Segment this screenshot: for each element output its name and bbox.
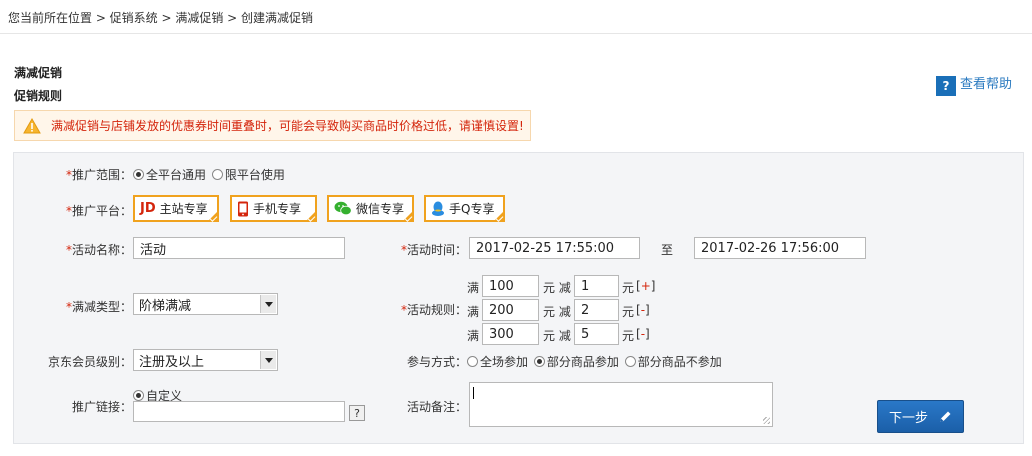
text-caret	[473, 387, 474, 399]
platform-qq[interactable]: 手Q专享	[424, 195, 505, 222]
platform-wechat[interactable]: 微信专享	[327, 195, 414, 222]
check-icon	[209, 214, 218, 222]
activity-name-input[interactable]: 活动	[133, 237, 345, 259]
chevron-down-icon	[260, 351, 276, 369]
warning-icon	[23, 117, 41, 133]
rule-discount-input[interactable]: 1	[574, 275, 619, 297]
add-rule-button[interactable]: [+]	[636, 279, 655, 293]
rule-man-label: 满	[467, 329, 480, 343]
end-time-input[interactable]: 2017-02-26 17:56:00	[694, 237, 866, 259]
rule-yuan-label: 元	[622, 281, 635, 295]
remove-rule-button[interactable]: [-]	[636, 327, 650, 341]
next-step-button[interactable]: 下一步	[877, 400, 964, 433]
participate-option-all[interactable]: 全场参加	[467, 355, 530, 369]
rule-man-label: 满	[467, 305, 480, 319]
radio-icon	[467, 356, 478, 367]
member-label: 京东会员级别：	[48, 355, 133, 369]
radio-icon	[211, 169, 223, 180]
rule-discount-input[interactable]: 2	[574, 299, 619, 321]
participate-option-exclude[interactable]: 部分商品不参加	[624, 355, 724, 369]
resize-grip-icon[interactable]	[763, 417, 770, 424]
help-icon: ?	[936, 76, 956, 96]
rule-threshold-input[interactable]: 100	[482, 275, 539, 297]
radio-icon	[133, 390, 144, 401]
chevron-down-icon	[260, 295, 276, 313]
scope-label: *推广范围：	[66, 168, 133, 182]
remark-label: 活动备注：	[407, 400, 468, 414]
promotion-link-input[interactable]	[133, 401, 345, 422]
rule-yuan-label: 元	[622, 329, 635, 343]
platform-jd-main[interactable]: JD 主站专享	[133, 195, 219, 222]
type-label: *满减类型：	[66, 300, 133, 314]
to-label: 至	[661, 243, 674, 257]
scope-option-limited[interactable]: 限平台使用	[211, 168, 287, 182]
rule-threshold-input[interactable]: 300	[482, 323, 539, 345]
remark-textarea[interactable]	[469, 382, 773, 427]
radio-icon	[133, 169, 144, 180]
radio-icon	[624, 356, 636, 367]
platform-label: *推广平台：	[66, 204, 133, 218]
pencil-icon	[940, 411, 951, 422]
participate-label: 参与方式：	[407, 355, 468, 369]
help-icon[interactable]: ?	[349, 405, 365, 421]
check-icon	[495, 214, 504, 222]
time-label: *活动时间：	[401, 243, 468, 257]
discount-type-select[interactable]: 阶梯满减	[133, 293, 278, 315]
scope-option-all[interactable]: 全平台通用	[133, 168, 208, 182]
warning-text: 满减促销与店铺发放的优惠券时间重叠时，可能会导致购买商品时价格过低，请谨慎设置!	[51, 119, 524, 133]
link-label: 推广链接：	[72, 400, 133, 414]
remove-rule-button[interactable]: [-]	[636, 303, 650, 317]
check-icon	[404, 214, 413, 222]
warning-banner: 满减促销与店铺发放的优惠券时间重叠时，可能会导致购买商品时价格过低，请谨慎设置!	[14, 110, 531, 141]
platform-mobile[interactable]: 手机专享	[230, 195, 317, 222]
help-link[interactable]: ? 查看帮助	[936, 76, 1012, 96]
radio-icon	[533, 356, 545, 367]
wechat-icon	[334, 201, 352, 216]
participate-options: 全场参加 部分商品参加 部分商品不参加	[467, 353, 724, 370]
divider	[0, 33, 1032, 34]
jd-logo-icon: JD	[140, 201, 156, 216]
start-time-input[interactable]: 2017-02-25 17:55:00	[469, 237, 640, 259]
rule-man-label: 满	[467, 281, 480, 295]
name-label: *活动名称：	[66, 243, 133, 257]
scope-options: 全平台通用 限平台使用	[133, 166, 287, 183]
rule-unit-label: 元 减	[543, 329, 571, 343]
participate-option-partial[interactable]: 部分商品参加	[533, 355, 621, 369]
rule-discount-input[interactable]: 5	[574, 323, 619, 345]
help-label: 查看帮助	[960, 76, 1013, 92]
check-icon	[307, 214, 316, 222]
breadcrumb: 您当前所在位置 > 促销系统 > 满减促销 > 创建满减促销	[8, 11, 314, 25]
section-title: 促销规则	[14, 89, 63, 103]
rules-label: *活动规则：	[401, 303, 468, 317]
mobile-phone-icon	[237, 201, 249, 217]
rule-unit-label: 元 减	[543, 305, 571, 319]
rule-yuan-label: 元	[622, 305, 635, 319]
rule-threshold-input[interactable]: 200	[482, 299, 539, 321]
qq-icon	[431, 201, 445, 217]
member-level-select[interactable]: 注册及以上	[133, 349, 278, 371]
rule-unit-label: 元 减	[543, 281, 571, 295]
page-title: 满减促销	[14, 66, 63, 80]
